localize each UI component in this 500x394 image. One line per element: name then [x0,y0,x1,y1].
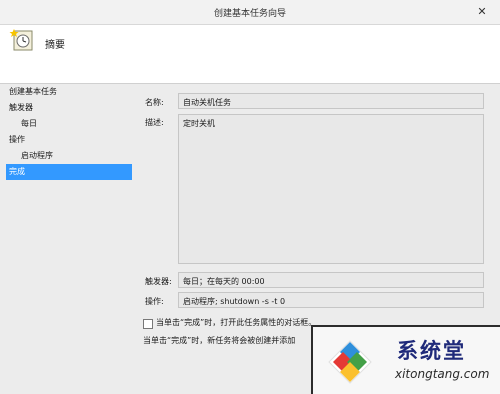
watermark-overlay: 系统堂 xitongtang.com [311,325,500,394]
trigger-field: 每日；在每天的 00:00 [178,272,484,288]
task-clock-icon [9,29,33,51]
action-field: 启动程序; shutdown -s -t 0 [178,292,484,308]
action-label: 操作: [145,297,164,306]
watermark-url: xitongtang.com [395,367,490,381]
nav-item-create-task[interactable]: 创建基本任务 [6,84,132,100]
window-title: 创建基本任务向导 [213,9,286,19]
windows-logo-icon [328,340,372,384]
name-label: 名称: [145,98,164,107]
nav-item-start-program[interactable]: 启动程序 [6,148,132,164]
page-title: 摘要 [45,40,65,51]
watermark-brand: 系统堂 [397,338,466,363]
wizard-steps-nav: 创建基本任务 触发器 每日 操作 启动程序 完成 [6,84,132,180]
finish-info-text: 当单击“完成”时，新任务将会被创建并添加 [143,336,296,345]
title-bar: 创建基本任务向导 ✕ [0,0,500,25]
description-field[interactable]: 定时关机 [178,114,484,264]
description-label: 描述: [145,118,164,127]
nav-item-daily[interactable]: 每日 [6,116,132,132]
nav-item-trigger[interactable]: 触发器 [6,100,132,116]
open-properties-checkbox[interactable] [143,319,153,329]
open-properties-label[interactable]: 当单击“完成”时，打开此任务属性的对话框。 [156,317,316,328]
nav-item-finish[interactable]: 完成 [6,164,132,180]
nav-item-action[interactable]: 操作 [6,132,132,148]
trigger-label: 触发器: [145,277,172,286]
wizard-header: 摘要 [0,25,500,84]
name-field[interactable]: 自动关机任务 [178,93,484,109]
close-button[interactable]: ✕ [472,4,492,19]
